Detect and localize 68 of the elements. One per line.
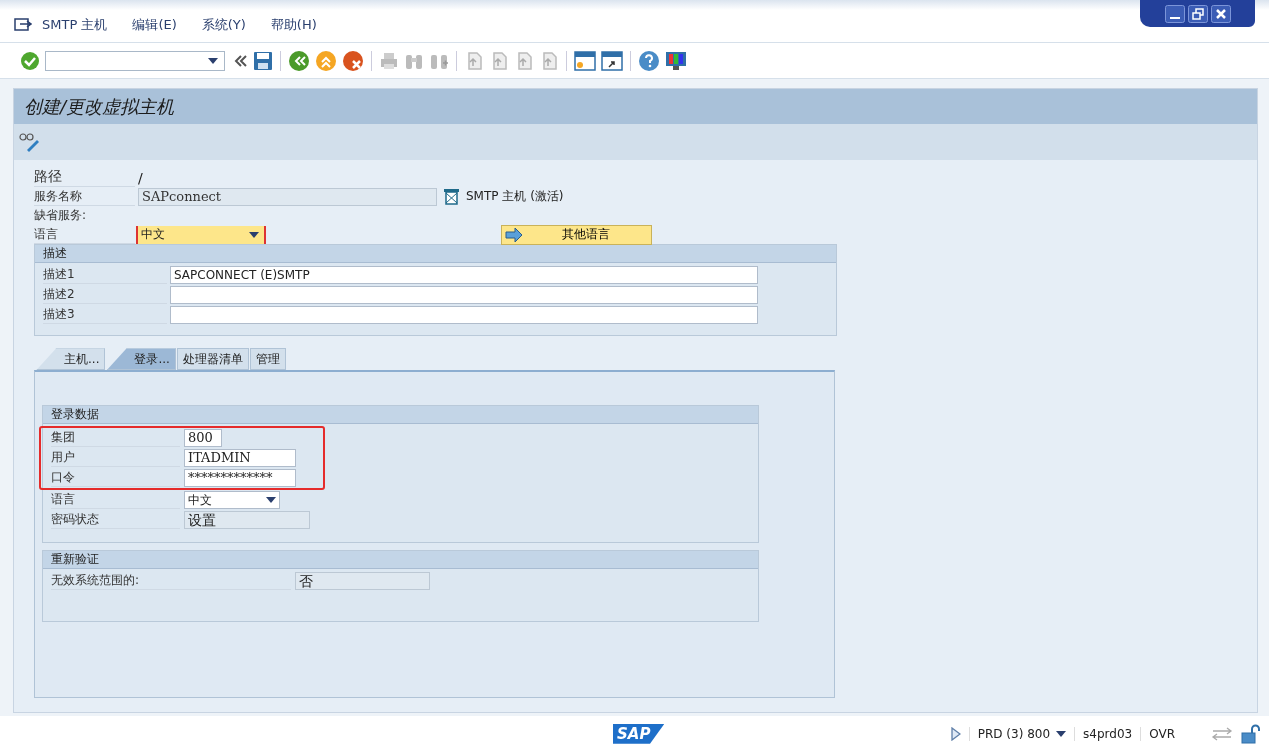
tab[interactable]: 主机...: [36, 348, 106, 371]
monitor-icon[interactable]: [665, 49, 687, 72]
other-languages-button[interactable]: 其他语言: [501, 224, 652, 245]
field-label: 口令: [51, 469, 180, 488]
minimize-icon[interactable]: [1164, 4, 1185, 23]
tab[interactable]: 登录...: [106, 348, 176, 371]
field-label: 描述3: [43, 306, 167, 325]
input-mode: OVR: [1140, 726, 1175, 741]
field-label: 缺省服务:: [34, 207, 88, 225]
field-label: 用户: [51, 449, 180, 468]
sap-logo: SAP: [613, 723, 665, 744]
save-icon[interactable]: [253, 50, 273, 71]
shortcut-window-icon[interactable]: [601, 49, 623, 72]
input-field[interactable]: *************: [184, 469, 296, 488]
description-field[interactable]: [170, 286, 758, 305]
new-window-icon[interactable]: [574, 49, 596, 72]
input-field[interactable]: ITADMIN: [184, 449, 296, 468]
print-icon: [379, 50, 399, 71]
check-icon[interactable]: [20, 50, 40, 71]
description-field[interactable]: SAPCONNECT (E)SMTP: [170, 266, 758, 285]
menu-item[interactable]: 系统(Y): [201, 15, 246, 34]
menu-item[interactable]: SMTP 主机: [42, 15, 108, 34]
field-label: 路径: [34, 168, 135, 188]
menu-icon[interactable]: [14, 17, 32, 32]
close-icon[interactable]: [1210, 4, 1231, 23]
field-label: 语言: [34, 225, 135, 244]
double-chevron-icon[interactable]: [234, 54, 248, 67]
group-title: 描述: [35, 245, 836, 264]
cancel-icon[interactable]: [342, 49, 364, 72]
language-dropdown[interactable]: 中文: [138, 225, 264, 244]
group-title: 重新验证: [43, 551, 758, 570]
readonly-field: 否: [295, 572, 430, 591]
system-info[interactable]: PRD (3) 800: [968, 726, 1067, 741]
language-dropdown[interactable]: 中文: [184, 491, 280, 510]
envelope-icon: [443, 188, 460, 206]
group-title: 登录数据: [43, 406, 758, 425]
status-text: SMTP 主机 (激活): [466, 188, 564, 206]
menu-item[interactable]: 编辑(E): [132, 15, 177, 34]
tab[interactable]: 管理: [249, 348, 286, 371]
field-label: 服务名称: [34, 187, 135, 206]
field-label: 无效系统范围的:: [51, 572, 291, 591]
field-label: 密码状态: [51, 511, 180, 530]
caret-icon[interactable]: [266, 497, 276, 504]
arrow-icon: [505, 227, 523, 242]
server-name: s4prd03: [1074, 726, 1133, 741]
field-label: 语言: [51, 491, 180, 510]
service-name-field: SAPconnect: [138, 187, 437, 206]
play-icon[interactable]: [950, 726, 961, 741]
command-field[interactable]: [45, 50, 225, 71]
caret-icon[interactable]: [249, 231, 259, 238]
field-label: 描述2: [43, 286, 167, 305]
field-label: 描述1: [43, 266, 167, 285]
field-value: /: [138, 169, 143, 186]
glasses-pencil-icon[interactable]: [19, 132, 41, 153]
tab[interactable]: 处理器清单: [176, 348, 249, 371]
help-icon[interactable]: [638, 49, 660, 72]
caret-icon[interactable]: [208, 57, 218, 64]
menu-item[interactable]: 帮助(H): [270, 15, 317, 34]
back-icon[interactable]: [288, 49, 310, 72]
input-field[interactable]: 800: [184, 429, 222, 448]
caret-icon[interactable]: [1056, 730, 1067, 737]
lock-icon[interactable]: [1241, 723, 1261, 744]
restore-icon[interactable]: [1187, 4, 1208, 23]
screen-title: 创建/更改虚拟主机: [14, 89, 1257, 125]
field-label: 集团: [51, 429, 180, 448]
description-field[interactable]: [170, 306, 758, 325]
readonly-field: 设置: [184, 511, 310, 530]
arrows-icon: [1211, 726, 1233, 741]
